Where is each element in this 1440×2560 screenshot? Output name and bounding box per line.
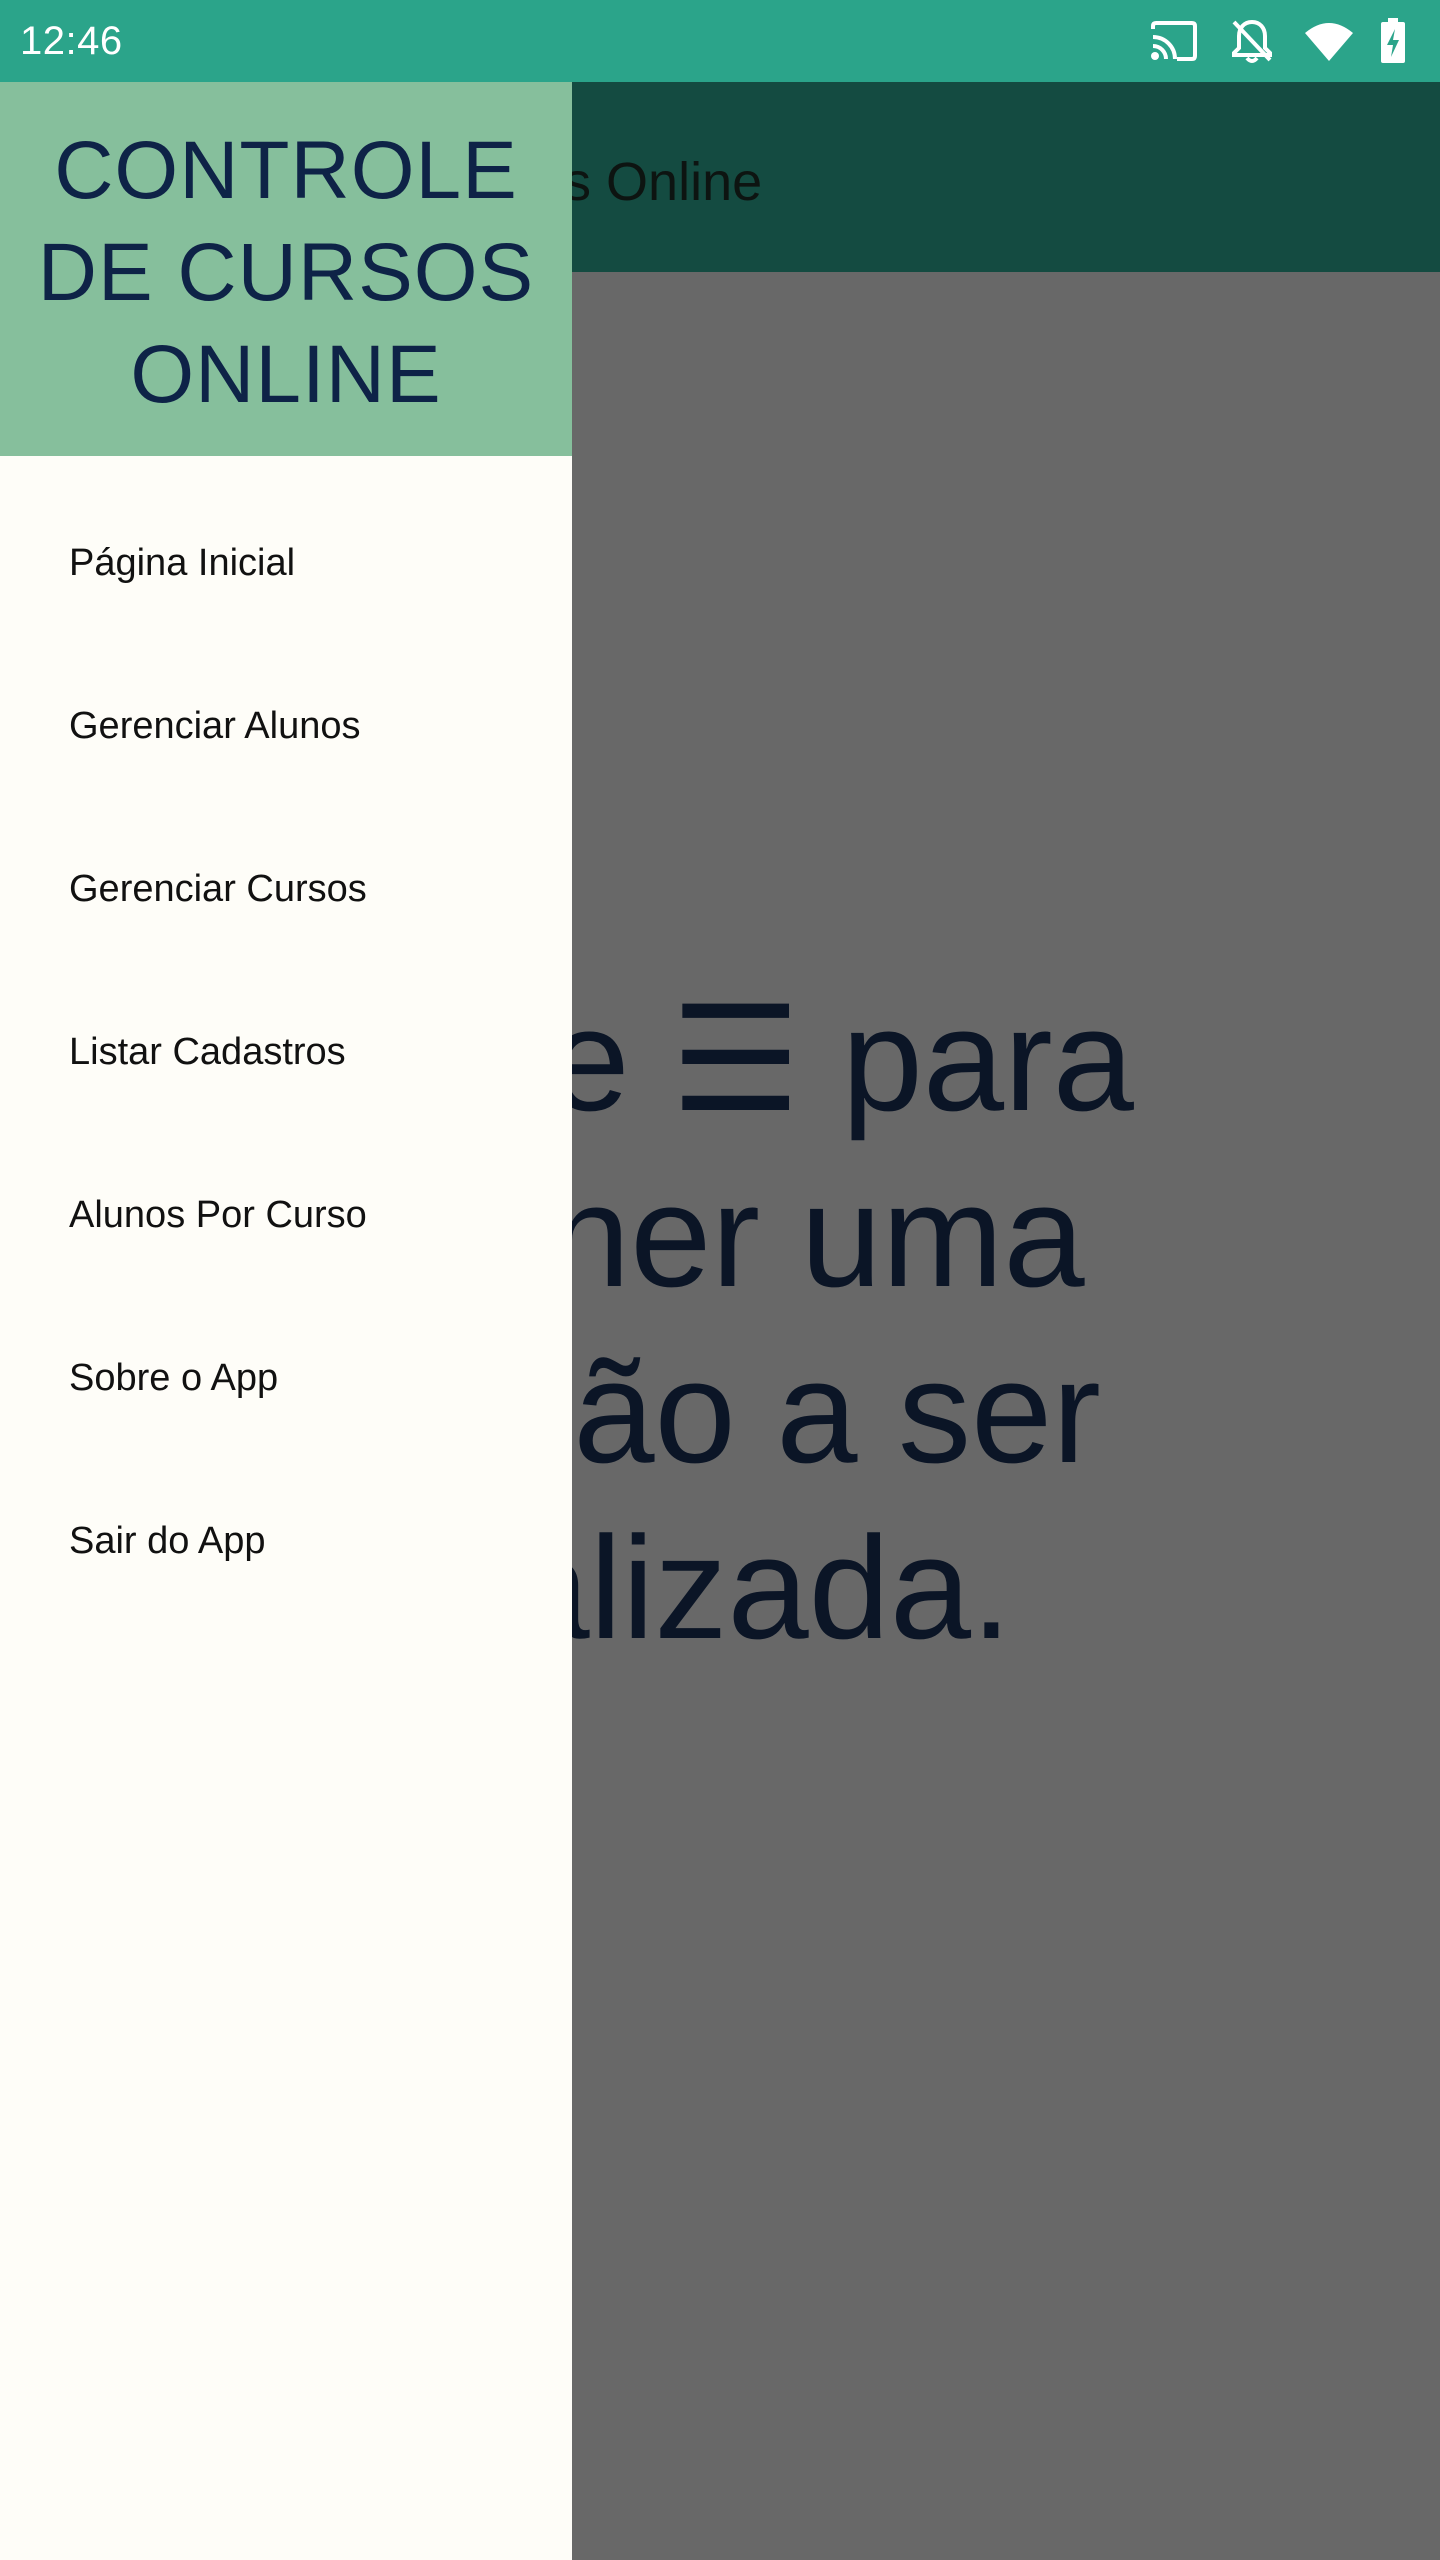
menu-item-listar-cadastros[interactable]: Listar Cadastros: [0, 971, 572, 1134]
status-bar: 12:46: [0, 0, 1440, 82]
drawer-title: CONTROLE DE CURSOS ONLINE: [37, 125, 535, 420]
navigation-drawer: CONTROLE DE CURSOS ONLINE Página Inicial…: [0, 82, 572, 2560]
notifications-off-icon: [1226, 16, 1278, 66]
menu-item-gerenciar-alunos[interactable]: Gerenciar Alunos: [0, 645, 572, 808]
menu-item-alunos-por-curso[interactable]: Alunos Por Curso: [0, 1134, 572, 1297]
menu-item-sair-do-app[interactable]: Sair do App: [0, 1460, 572, 1623]
menu-item-sobre-o-app[interactable]: Sobre o App: [0, 1297, 572, 1460]
status-time: 12:46: [20, 19, 123, 63]
menu-item-gerenciar-cursos[interactable]: Gerenciar Cursos: [0, 808, 572, 971]
screen: 12:46 Cursos Online ☰ para olher uma açã…: [0, 0, 1440, 2560]
drawer-menu: Página Inicial Gerenciar Alunos Gerencia…: [0, 456, 572, 1623]
drawer-header: CONTROLE DE CURSOS ONLINE: [0, 82, 572, 456]
battery-charging-icon: [1378, 16, 1408, 66]
wifi-icon: [1302, 16, 1356, 66]
cast-icon: [1148, 16, 1200, 66]
menu-item-pagina-inicial[interactable]: Página Inicial: [0, 482, 572, 645]
